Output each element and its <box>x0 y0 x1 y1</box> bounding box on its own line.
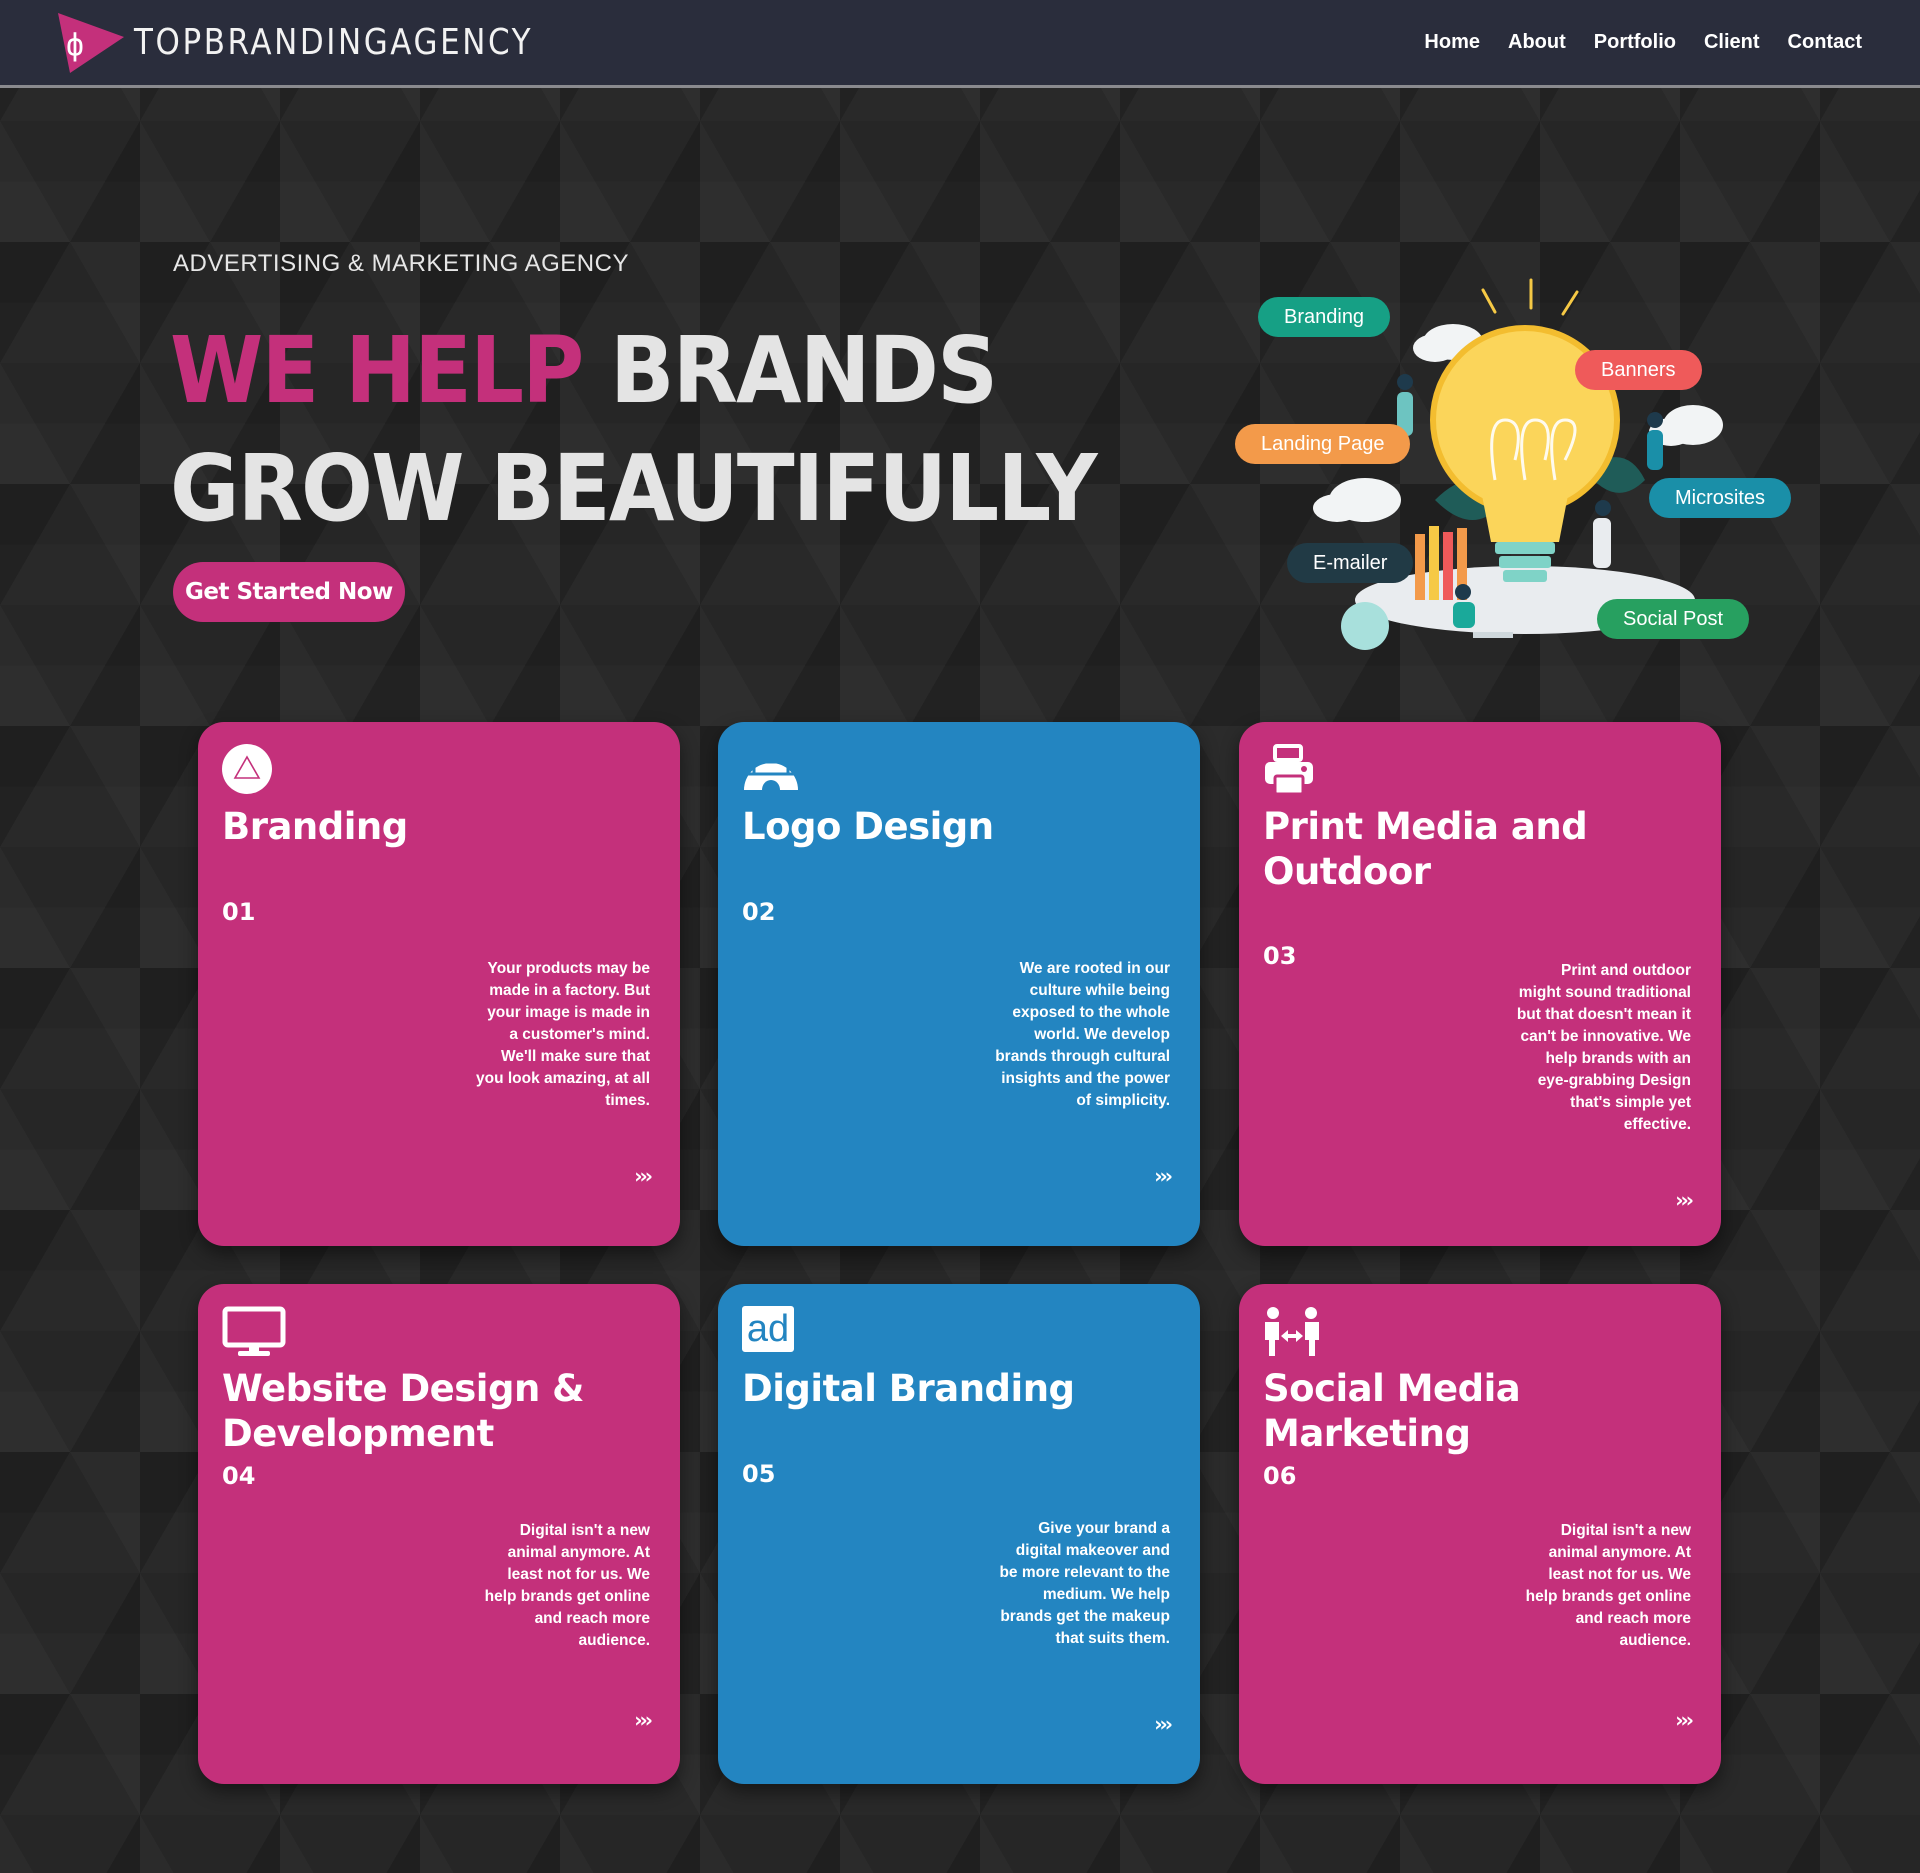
nav-link-portfolio[interactable]: Portfolio <box>1594 31 1676 54</box>
tag-banners: Banners <box>1575 350 1702 390</box>
service-title: Digital Branding <box>742 1367 1075 1410</box>
read-more-arrows[interactable]: ››› <box>1675 1708 1694 1732</box>
nav-link-contact[interactable]: Contact <box>1788 31 1862 54</box>
service-title: Website Design & Development <box>222 1367 584 1455</box>
tag-landing-page: Landing Page <box>1235 424 1411 464</box>
read-more-arrows[interactable]: ››› <box>1675 1188 1694 1212</box>
printer-icon <box>1263 744 1691 798</box>
service-number: 06 <box>1263 1462 1297 1490</box>
read-more-arrows[interactable]: ››› <box>634 1708 653 1732</box>
read-more-arrows[interactable]: ››› <box>634 1164 653 1188</box>
nav-link-home[interactable]: Home <box>1424 31 1480 54</box>
read-more-arrows[interactable]: ››› <box>1154 1712 1173 1736</box>
hero-title-rest: BRANDS <box>582 317 998 424</box>
service-title: Print Media and Outdoor <box>1263 805 1588 893</box>
nav-link-about[interactable]: About <box>1508 31 1566 54</box>
service-description: Your products may be made in a factory. … <box>476 960 650 1109</box>
service-number: 02 <box>742 898 776 926</box>
service-description: Digital isn't a new animal anymore. At l… <box>484 1522 650 1649</box>
tag-e-mailer: E-mailer <box>1287 543 1414 583</box>
service-card-digital-branding[interactable]: ad Digital Branding 05 Give your brand a… <box>718 1284 1200 1784</box>
service-number: 01 <box>222 898 256 926</box>
service-description: Give your brand a digital makeover and b… <box>999 1520 1170 1647</box>
service-description: Digital isn't a new animal anymore. At l… <box>1525 1522 1691 1649</box>
get-started-button[interactable]: Get Started Now <box>173 562 405 622</box>
monitor-icon <box>222 1306 650 1360</box>
tag-social-post: Social Post <box>1597 599 1750 639</box>
service-card-branding[interactable]: Branding 01 Your products may be made in… <box>198 722 680 1246</box>
brand-name: TOPBRANDINGAGENCY <box>134 22 534 63</box>
service-card-social-media[interactable]: Social Media Marketing 06 Digital isn't … <box>1239 1284 1721 1784</box>
service-title: Logo Design <box>742 805 994 848</box>
hero-title: WE HELP BRANDS GROW BEAUTIFULLY <box>170 312 1098 548</box>
read-more-arrows[interactable]: ››› <box>1154 1164 1173 1188</box>
service-card-print-media[interactable]: Print Media and Outdoor 03 Print and out… <box>1239 722 1721 1246</box>
branding-icon <box>222 744 650 798</box>
service-card-logo-design[interactable]: Logo Design 02 We are rooted in our cult… <box>718 722 1200 1246</box>
service-description: Print and outdoor might sound traditiona… <box>1516 962 1691 1133</box>
service-number: 04 <box>222 1462 256 1490</box>
svg-text:ф: ф <box>66 28 84 63</box>
tag-microsites: Microsites <box>1649 478 1792 518</box>
service-number: 05 <box>742 1460 776 1488</box>
hero-title-line2: GROW BEAUTIFULLY <box>170 435 1098 542</box>
service-card-website-design[interactable]: Website Design & Development 04 Digital … <box>198 1284 680 1784</box>
service-title: Branding <box>222 805 408 848</box>
ad-icon: ad <box>742 1306 1170 1360</box>
tag-branding: Branding <box>1258 297 1391 337</box>
igloo-icon <box>742 744 1170 798</box>
service-number: 03 <box>1263 942 1297 970</box>
hero-title-accent: WE HELP <box>170 317 584 424</box>
people-arrows-icon <box>1263 1306 1691 1360</box>
brand-logo-icon: ф <box>58 12 124 73</box>
hero-eyebrow: ADVERTISING & MARKETING AGENCY <box>173 250 629 277</box>
service-title: Social Media Marketing <box>1263 1367 1521 1455</box>
ad-icon-text: ad <box>746 1308 790 1350</box>
brand-link[interactable]: ф TOPBRANDINGAGENCY <box>56 11 598 75</box>
hero-illustration: Branding Banners Landing Page Microsites… <box>1225 270 1805 690</box>
top-navbar: ф TOPBRANDINGAGENCY Home About Portfolio… <box>0 0 1920 88</box>
main-nav: Home About Portfolio Client Contact <box>1424 31 1862 54</box>
nav-link-client[interactable]: Client <box>1704 31 1760 54</box>
service-description: We are rooted in our culture while being… <box>995 960 1170 1109</box>
